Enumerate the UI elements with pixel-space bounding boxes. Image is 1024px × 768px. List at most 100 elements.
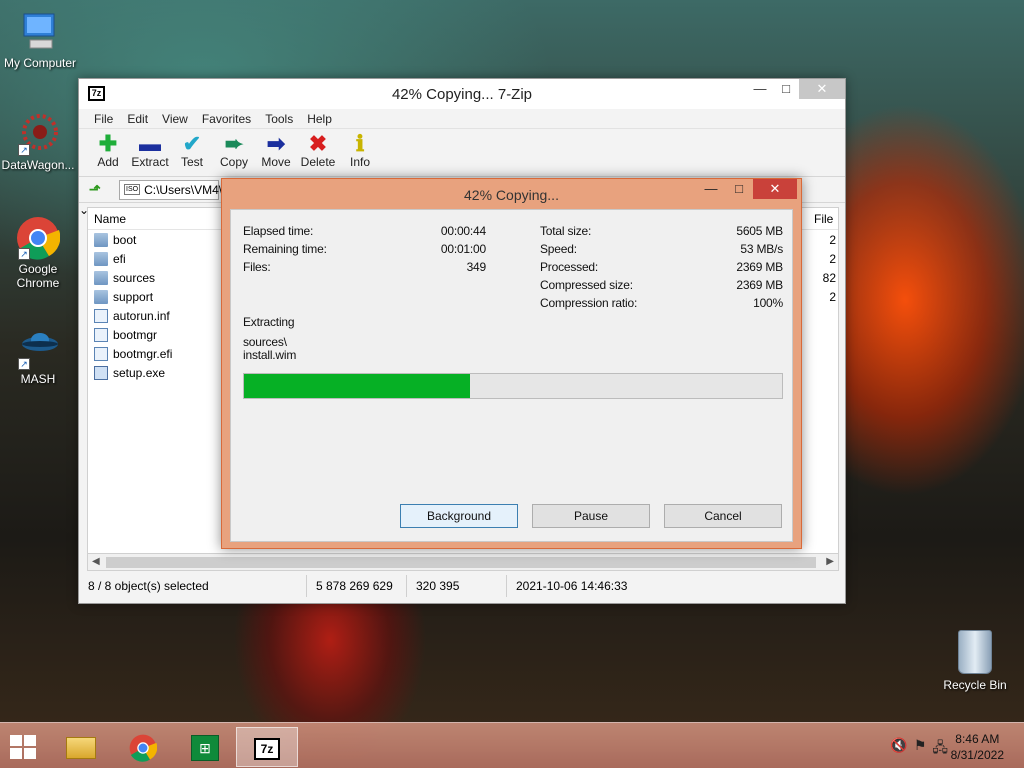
chrome-icon: ↗ bbox=[16, 216, 61, 260]
folder-icon bbox=[94, 232, 108, 247]
desktop-icon-mash[interactable]: ↗ MASH bbox=[0, 326, 78, 386]
menu-file[interactable]: File bbox=[87, 109, 120, 128]
desktop-icon-label: Google Chrome bbox=[16, 262, 60, 290]
folder-icon bbox=[66, 737, 96, 760]
delete-button[interactable]: ✖ Delete bbox=[297, 129, 339, 176]
folder-icon bbox=[94, 289, 108, 304]
clock-date: 8/31/2022 bbox=[950, 748, 1004, 762]
stat-label: Remaining time: bbox=[243, 242, 327, 256]
stat-value: 2369 MB bbox=[736, 278, 783, 292]
menu-bar: File Edit View Favorites Tools Help bbox=[79, 109, 845, 129]
window-title: 42% Copying... 7-Zip bbox=[391, 86, 533, 103]
dialog-titlebar[interactable]: 42% Copying... — □ ✕ bbox=[222, 179, 801, 209]
scroll-right-icon[interactable]: ▶ bbox=[826, 556, 834, 567]
desktop-icon-label: Recycle Bin bbox=[943, 678, 1007, 692]
desktop-icon-label: DataWagon... bbox=[1, 158, 75, 172]
current-path: sources\ bbox=[243, 335, 287, 349]
scroll-left-icon[interactable]: ◀ bbox=[92, 556, 100, 567]
pause-button[interactable]: Pause bbox=[532, 504, 650, 528]
taskbar-store[interactable]: ⊞ bbox=[174, 727, 236, 767]
shortcut-arrow-icon: ↗ bbox=[18, 144, 30, 156]
file-icon bbox=[94, 327, 108, 342]
file-icon bbox=[94, 346, 108, 361]
horizontal-scrollbar[interactable]: ◀ ▶ bbox=[87, 553, 839, 571]
datawagon-icon: ↗ bbox=[16, 112, 60, 156]
folder-icon bbox=[94, 251, 108, 266]
taskbar-clock[interactable]: 8:46 AM 8/31/2022 bbox=[951, 731, 1004, 763]
stat-value: 349 bbox=[466, 260, 487, 274]
desktop-icon-label: MASH bbox=[20, 372, 56, 386]
close-icon[interactable]: ✕ bbox=[753, 179, 797, 199]
stat-label: Elapsed time: bbox=[243, 224, 314, 238]
menu-favorites[interactable]: Favorites bbox=[195, 109, 258, 128]
desktop-icon-my-computer[interactable]: My Computer bbox=[0, 10, 80, 70]
windows-logo-icon bbox=[10, 735, 22, 746]
store-icon: ⊞ bbox=[191, 735, 219, 762]
test-button[interactable]: ✔ Test bbox=[171, 129, 213, 176]
scroll-thumb[interactable] bbox=[106, 557, 816, 568]
volume-muted-icon[interactable]: 🔇 bbox=[890, 737, 907, 761]
folder-icon bbox=[94, 270, 108, 285]
minimize-icon[interactable]: — bbox=[747, 79, 773, 99]
taskbar-chrome[interactable] bbox=[112, 727, 174, 767]
menu-edit[interactable]: Edit bbox=[120, 109, 155, 128]
stat-value: 00:00:44 bbox=[440, 224, 486, 238]
current-file: install.wim bbox=[243, 348, 297, 362]
desktop-icon-datawagon[interactable]: ↗ DataWagon... bbox=[0, 112, 78, 172]
move-button[interactable]: ➡ Move bbox=[255, 129, 297, 176]
stat-label: Processed: bbox=[540, 260, 599, 274]
iso-icon: ISO bbox=[124, 184, 141, 195]
menu-help[interactable]: Help bbox=[300, 109, 339, 128]
address-text: C:\Users\VM4\ bbox=[144, 182, 223, 197]
main-titlebar[interactable]: 7z 42% Copying... 7-Zip — □ ✕ bbox=[79, 79, 845, 109]
address-field[interactable]: ISO C:\Users\VM4\ bbox=[119, 179, 223, 200]
computer-icon bbox=[18, 10, 62, 54]
desktop-icon-recycle-bin[interactable]: Recycle Bin bbox=[940, 630, 1010, 692]
desktop-icon-label: My Computer bbox=[3, 56, 77, 70]
maximize-icon[interactable]: □ bbox=[773, 79, 799, 99]
system-tray: 🔇 ⚑ 🖧 bbox=[890, 737, 948, 761]
start-button[interactable] bbox=[10, 735, 36, 759]
folder-up-icon[interactable]: ⬏ bbox=[89, 181, 109, 199]
column-file[interactable]: File bbox=[814, 212, 838, 226]
minus-icon: ▬ bbox=[139, 131, 161, 156]
status-bar: 8 / 8 object(s) selected 5 878 269 629 3… bbox=[79, 575, 845, 597]
status-size: 5 878 269 629 bbox=[307, 575, 407, 597]
7zip-app-icon: 7z bbox=[254, 738, 280, 761]
shortcut-arrow-icon: ↗ bbox=[18, 248, 30, 260]
menu-view[interactable]: View bbox=[155, 109, 195, 128]
plus-icon: ✚ bbox=[98, 131, 118, 156]
cancel-button[interactable]: Cancel bbox=[664, 504, 782, 528]
desktop-icon-google-chrome[interactable]: ↗ Google Chrome bbox=[0, 216, 78, 290]
stat-label: Compressed size: bbox=[540, 278, 633, 292]
file-icon bbox=[94, 308, 108, 323]
info-icon: ℹ bbox=[355, 131, 365, 156]
column-name[interactable]: Name bbox=[94, 212, 126, 226]
add-button[interactable]: ✚ Add bbox=[87, 129, 129, 176]
stat-value: 100% bbox=[753, 296, 783, 310]
minimize-icon[interactable]: — bbox=[697, 179, 725, 199]
extract-button[interactable]: ▬ Extract bbox=[129, 129, 171, 176]
stat-label: Speed: bbox=[540, 242, 577, 256]
toolbar: ✚ Add ▬ Extract ✔ Test ➨ Copy ➡ Move ✖ D… bbox=[79, 129, 845, 177]
status-selected: 8 / 8 object(s) selected bbox=[79, 575, 307, 597]
stat-value: 53 MB/s bbox=[740, 242, 783, 256]
menu-tools[interactable]: Tools bbox=[258, 109, 300, 128]
stat-value: 2369 MB bbox=[736, 260, 783, 274]
copy-button[interactable]: ➨ Copy bbox=[213, 129, 255, 176]
taskbar-file-explorer[interactable] bbox=[50, 727, 112, 767]
close-icon[interactable]: ✕ bbox=[799, 79, 845, 99]
progress-bar bbox=[243, 373, 783, 399]
action-center-flag-icon[interactable]: ⚑ bbox=[914, 737, 927, 761]
stat-label: Total size: bbox=[540, 224, 592, 238]
network-icon[interactable]: 🖧 bbox=[932, 737, 948, 761]
info-button[interactable]: ℹ Info bbox=[339, 129, 381, 176]
stat-value: 5605 MB bbox=[736, 224, 783, 238]
stat-value: 00:01:00 bbox=[440, 242, 486, 256]
taskbar-7zip[interactable]: 7z bbox=[236, 727, 298, 767]
maximize-icon[interactable]: □ bbox=[725, 179, 753, 199]
background-button[interactable]: Background bbox=[400, 504, 518, 528]
copy-progress-dialog: 42% Copying... — □ ✕ Elapsed time: 00:00… bbox=[221, 178, 802, 549]
stat-label: Files: bbox=[243, 260, 271, 274]
exe-icon bbox=[94, 365, 108, 380]
